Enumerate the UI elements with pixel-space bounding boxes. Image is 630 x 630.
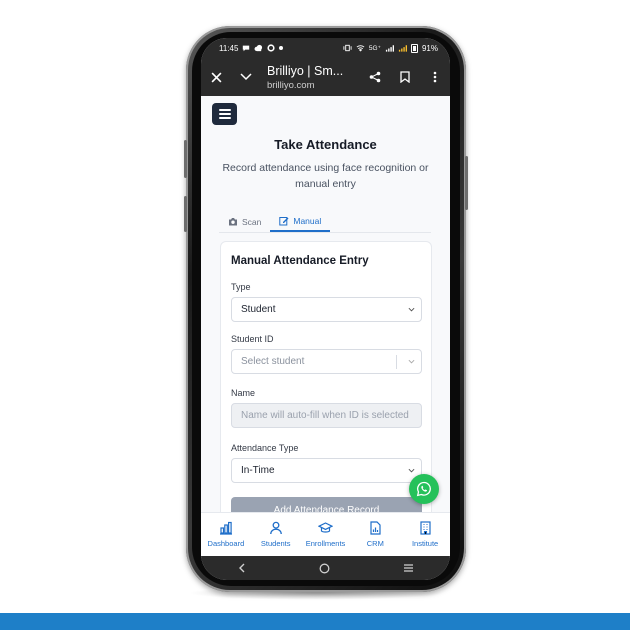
tab-scan-label: Scan bbox=[242, 216, 262, 227]
nav-dashboard-label: Dashboard bbox=[207, 539, 245, 548]
nav-enrollments[interactable]: Enrollments bbox=[301, 513, 351, 556]
nav-enrollments-label: Enrollments bbox=[305, 539, 346, 548]
cloud-icon bbox=[254, 44, 263, 52]
share-icon bbox=[369, 71, 381, 83]
nav-students[interactable]: Students bbox=[251, 513, 301, 556]
nav-crm[interactable]: CRM bbox=[350, 513, 400, 556]
page-subtitle: Record attendance using face recognition… bbox=[222, 162, 429, 190]
more-vertical-icon bbox=[433, 71, 437, 83]
camera-icon bbox=[229, 218, 237, 226]
chevron-down-icon bbox=[408, 468, 415, 473]
chevron-down-icon bbox=[408, 359, 415, 364]
status-bar: 11:45 5G⁺ 91% bbox=[201, 38, 450, 58]
chevron-down-icon bbox=[408, 307, 415, 312]
notification-dot bbox=[279, 46, 284, 50]
name-label: Name bbox=[231, 388, 256, 398]
status-time: 11:45 bbox=[219, 43, 239, 53]
tab-scan[interactable]: Scan bbox=[219, 211, 270, 232]
building-icon bbox=[419, 521, 431, 535]
attendance-type-value: In-Time bbox=[241, 465, 275, 476]
nav-crm-label: CRM bbox=[366, 539, 384, 548]
volume-button-lower bbox=[184, 196, 187, 232]
student-id-select[interactable]: Select student bbox=[231, 349, 422, 374]
nav-institute-label: Institute bbox=[411, 539, 439, 548]
bookmark-button[interactable] bbox=[390, 58, 420, 96]
chat-icon bbox=[243, 45, 250, 52]
home-icon[interactable] bbox=[319, 563, 330, 574]
student-id-label: Student ID bbox=[231, 334, 274, 344]
manual-entry-card: Manual Attendance Entry Type Student Stu… bbox=[220, 241, 432, 528]
edit-icon bbox=[279, 216, 289, 225]
type-select[interactable]: Student bbox=[231, 297, 422, 322]
wifi-icon bbox=[356, 45, 365, 52]
nav-dashboard[interactable]: Dashboard bbox=[201, 513, 251, 556]
menu-icon bbox=[218, 109, 231, 111]
graduation-cap-icon bbox=[317, 522, 333, 533]
nav-students-label: Students bbox=[260, 539, 291, 548]
vibrate-icon bbox=[343, 44, 352, 52]
tab-bar: Scan Manual bbox=[219, 211, 431, 233]
type-label: Type bbox=[231, 282, 251, 292]
browser-toolbar: Brilliyo | Sm... brilliyo.com bbox=[201, 58, 450, 96]
more-options-button[interactable] bbox=[420, 58, 450, 96]
form-title: Manual Attendance Entry bbox=[231, 255, 369, 267]
tab-manual[interactable]: Manual bbox=[270, 211, 331, 232]
recents-icon[interactable] bbox=[403, 563, 414, 573]
bookmark-icon bbox=[400, 71, 410, 83]
close-tab-button[interactable] bbox=[201, 58, 231, 96]
bar-chart-icon bbox=[219, 521, 232, 535]
bottom-navigation: Dashboard Students Enrollments CRM Insti… bbox=[201, 512, 450, 556]
back-icon[interactable] bbox=[237, 563, 247, 573]
network-type: 5G⁺ bbox=[368, 45, 381, 52]
menu-button[interactable] bbox=[212, 103, 237, 125]
signal-icon bbox=[385, 45, 394, 52]
attendance-type-select[interactable]: In-Time bbox=[231, 458, 422, 483]
settings-icon bbox=[267, 44, 276, 52]
whatsapp-icon bbox=[416, 481, 431, 497]
nav-institute[interactable]: Institute bbox=[400, 513, 450, 556]
select-divider bbox=[396, 355, 397, 369]
phone-screen: 11:45 5G⁺ 91% Brilliyo | Sm... brilliyo.… bbox=[201, 38, 450, 580]
name-placeholder: Name will auto-fill when ID is selected bbox=[241, 410, 409, 421]
page-title: Take Attendance bbox=[274, 137, 377, 152]
chevron-down-icon bbox=[240, 73, 252, 81]
system-navigation-bar bbox=[201, 556, 450, 580]
page-browser-title: Brilliyo | Sm... bbox=[267, 63, 344, 78]
tab-manual-label: Manual bbox=[293, 215, 322, 226]
close-icon bbox=[211, 72, 221, 82]
user-icon bbox=[269, 521, 282, 535]
page-content: Take Attendance Record attendance using … bbox=[201, 96, 450, 528]
name-field: Name will auto-fill when ID is selected bbox=[231, 403, 422, 428]
document-chart-icon bbox=[370, 521, 381, 535]
attendance-type-label: Attendance Type bbox=[231, 443, 299, 453]
power-button bbox=[465, 156, 468, 210]
minimize-button[interactable] bbox=[231, 58, 261, 96]
whatsapp-button[interactable] bbox=[409, 474, 439, 504]
page-bottom-band bbox=[0, 613, 630, 630]
battery-icon bbox=[410, 43, 418, 53]
volume-button bbox=[184, 140, 187, 178]
url-domain: brilliyo.com bbox=[267, 79, 315, 91]
share-button[interactable] bbox=[360, 58, 390, 96]
signal-icon-2 bbox=[398, 45, 407, 52]
type-value: Student bbox=[241, 304, 276, 315]
student-id-placeholder: Select student bbox=[241, 356, 305, 367]
battery-percent: 91% bbox=[421, 43, 438, 53]
url-block[interactable]: Brilliyo | Sm... brilliyo.com bbox=[261, 64, 360, 91]
